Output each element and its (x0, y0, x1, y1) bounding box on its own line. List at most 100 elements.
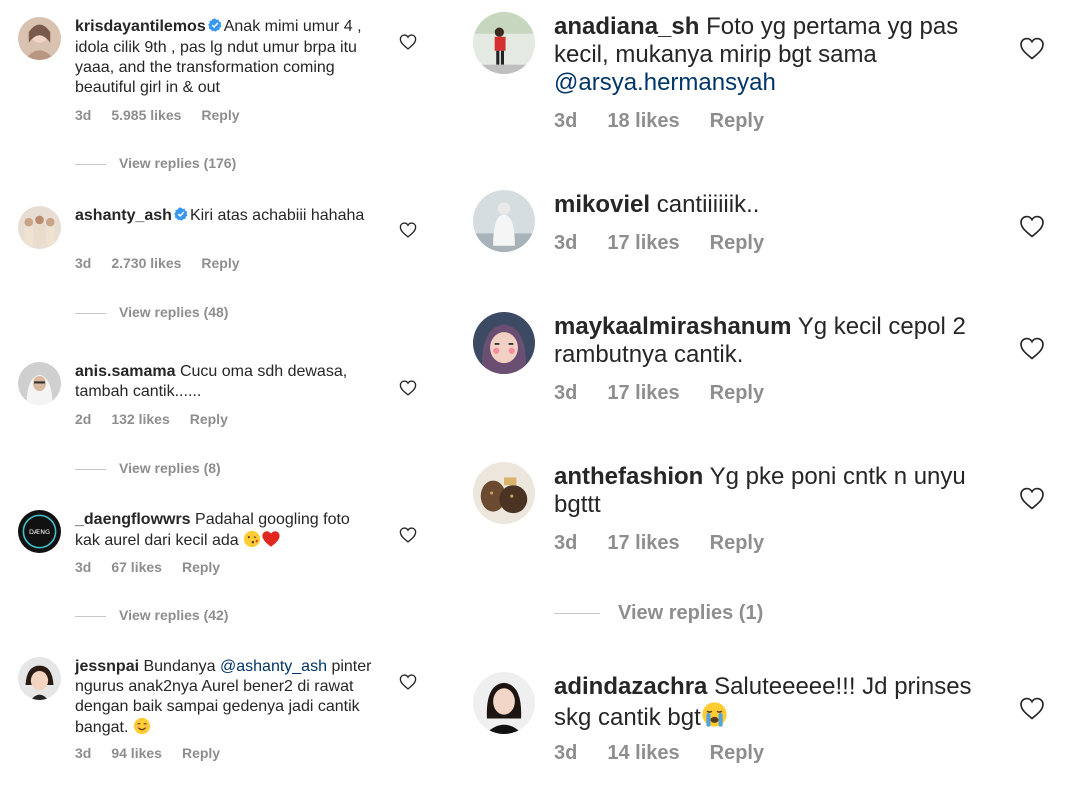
avatar[interactable] (473, 312, 535, 374)
comment-username[interactable]: mikoviel (554, 191, 650, 218)
view-replies-label: View replies (48) (119, 304, 229, 320)
like-heart-icon[interactable] (1019, 337, 1045, 365)
comment-username[interactable]: adindazachra (554, 673, 707, 700)
comment-time[interactable]: 3d (554, 110, 577, 133)
avatar-photo (18, 17, 61, 60)
like-heart-icon[interactable] (1019, 697, 1045, 725)
view-replies-label: View replies (42) (119, 607, 229, 623)
comment-time[interactable]: 3d (75, 745, 91, 761)
avatar-photo (473, 12, 535, 74)
avatar[interactable] (18, 657, 61, 700)
like-heart-icon[interactable] (399, 34, 417, 55)
comment-time[interactable]: 3d (554, 382, 577, 405)
comment-mention-link[interactable]: @arsya.hermansyah (554, 69, 776, 96)
comment-text: Kiri atas achabiii hahaha (189, 207, 365, 224)
reply-button[interactable]: Reply (182, 745, 220, 761)
reply-button[interactable]: Reply (190, 411, 228, 427)
view-replies-button[interactable]: View replies (8) (75, 460, 221, 476)
reply-button[interactable]: Reply (201, 255, 239, 271)
avatar-photo (18, 362, 61, 405)
comment-time[interactable]: 3d (75, 107, 91, 123)
comment-text: cantiiiiiik.. (656, 191, 760, 218)
comment-mention-link[interactable]: @ashanty_ash (220, 658, 327, 675)
comment-username[interactable]: anadiana_sh (554, 13, 699, 40)
avatar-photo (18, 657, 61, 700)
view-replies-button[interactable]: View replies (1) (554, 602, 763, 625)
svg-text:DÆNG: DÆNG (29, 528, 50, 536)
comment-username[interactable]: ashanty_ash (75, 207, 172, 224)
reply-button[interactable]: Reply (710, 382, 764, 405)
comment-username[interactable]: _daengflowwrs (75, 511, 191, 528)
view-replies-button[interactable]: View replies (176) (75, 155, 236, 171)
avatar[interactable] (473, 190, 535, 252)
like-heart-icon[interactable] (1019, 487, 1045, 515)
comment-username[interactable]: anis.samama (75, 363, 176, 380)
comment-likes[interactable]: 132 likes (111, 411, 169, 427)
comment-likes[interactable]: 18 likes (607, 110, 679, 133)
column-divider (446, 0, 449, 786)
comment-likes[interactable]: 17 likes (607, 232, 679, 255)
avatar-photo (18, 206, 61, 249)
comments-panel-right: anadiana_sh Foto yg pertama yg pas kecil… (455, 0, 1088, 786)
replies-divider-line (75, 615, 106, 617)
red-heart-emoji (261, 530, 281, 554)
comment-time[interactable]: 3d (554, 532, 577, 555)
replies-divider-line (75, 468, 106, 470)
comment-username[interactable]: jessnpai (75, 658, 139, 675)
like-heart-icon[interactable] (1019, 37, 1045, 65)
like-heart-icon[interactable] (399, 674, 417, 695)
avatar-photo (473, 312, 535, 374)
comment-username[interactable]: maykaalmirashanum (554, 313, 791, 340)
avatar[interactable] (18, 206, 61, 249)
view-replies-label: View replies (1) (618, 602, 764, 624)
avatar-photo (473, 190, 535, 252)
avatar[interactable] (18, 17, 61, 60)
avatar[interactable] (473, 672, 535, 734)
kissing-face-emoji (243, 530, 261, 554)
comments-panel-left: krisdayantilemos Anak mimi umur 4 , idola… (0, 0, 440, 786)
comment-likes[interactable]: 17 likes (607, 382, 679, 405)
avatar[interactable]: DÆNG (18, 510, 61, 553)
comment-likes[interactable]: 17 likes (607, 532, 679, 555)
reply-button[interactable]: Reply (710, 532, 764, 555)
reply-button[interactable]: Reply (201, 107, 239, 123)
comment-likes[interactable]: 2.730 likes (111, 255, 181, 271)
view-replies-button[interactable]: View replies (48) (75, 304, 228, 320)
comment-time[interactable]: 3d (75, 255, 91, 271)
comment-username[interactable]: anthefashion (554, 463, 703, 490)
replies-divider-line (75, 312, 106, 314)
like-heart-icon[interactable] (399, 222, 417, 243)
replies-divider-line (554, 613, 600, 615)
smiling-face-emoji (133, 717, 151, 741)
comment-likes[interactable]: 5.985 likes (111, 107, 181, 123)
comment-time[interactable]: 3d (554, 742, 577, 765)
crying-face-emoji (701, 701, 728, 735)
like-heart-icon[interactable] (399, 527, 417, 548)
like-heart-icon[interactable] (399, 380, 417, 401)
avatar[interactable] (473, 462, 535, 524)
avatar[interactable] (18, 362, 61, 405)
comment-likes[interactable]: 67 likes (111, 559, 162, 575)
avatar-photo (473, 672, 535, 734)
comment-time[interactable]: 2d (75, 411, 91, 427)
reply-button[interactable]: Reply (710, 742, 764, 765)
comment-username[interactable]: krisdayantilemos (75, 18, 206, 35)
view-replies-label: View replies (8) (119, 460, 221, 476)
reply-button[interactable]: Reply (710, 232, 764, 255)
avatar[interactable] (473, 12, 535, 74)
like-heart-icon[interactable] (1019, 215, 1045, 243)
avatar-photo (473, 462, 535, 524)
replies-divider-line (75, 163, 106, 165)
view-replies-button[interactable]: View replies (42) (75, 607, 228, 623)
comment-text: Bundanya (143, 658, 216, 675)
reply-button[interactable]: Reply (182, 559, 220, 575)
view-replies-label: View replies (176) (119, 155, 237, 171)
verified-badge-icon (207, 18, 222, 38)
comment-likes[interactable]: 94 likes (111, 745, 162, 761)
comment-likes[interactable]: 14 likes (607, 742, 679, 765)
avatar-photo: DÆNG (18, 510, 61, 553)
reply-button[interactable]: Reply (710, 110, 764, 133)
comment-time[interactable]: 3d (554, 232, 577, 255)
comment-time[interactable]: 3d (75, 559, 91, 575)
verified-badge-icon (174, 207, 188, 227)
